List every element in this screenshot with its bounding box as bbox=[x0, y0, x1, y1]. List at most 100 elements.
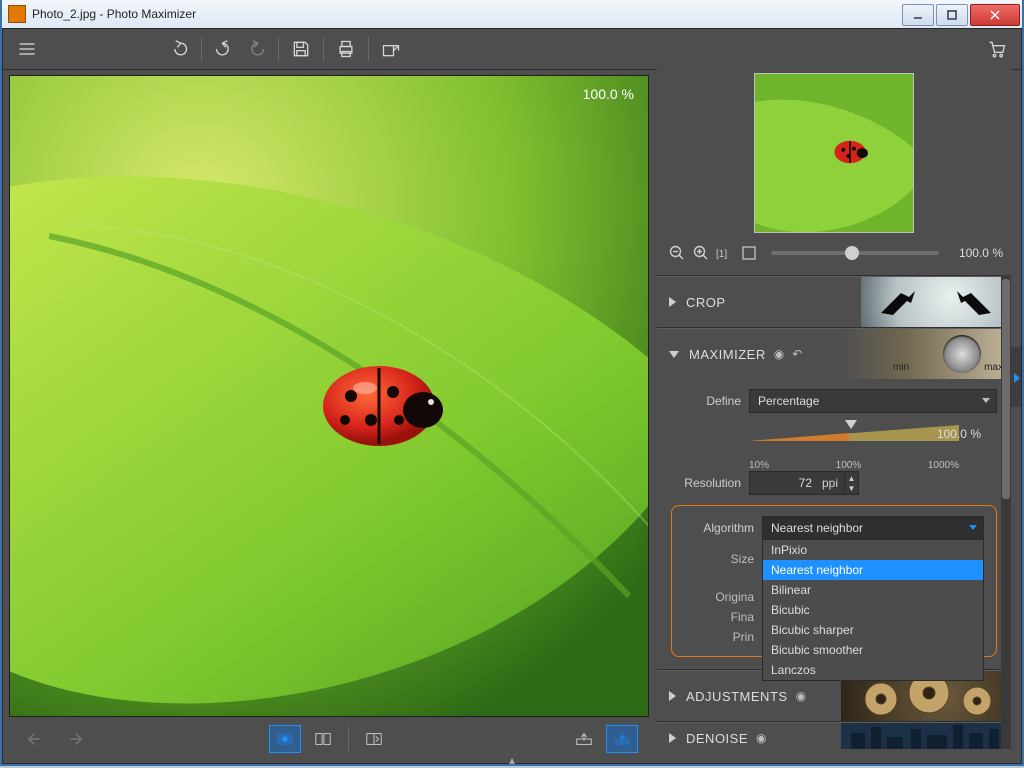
spinner-up-icon[interactable]: ▲ bbox=[844, 473, 858, 483]
fit-1to1-icon[interactable]: [1] bbox=[713, 241, 737, 265]
content-area: 100.0 % bbox=[3, 69, 1021, 763]
panel-adjustments-title: ADJUSTMENTS bbox=[686, 689, 788, 704]
share-button[interactable] bbox=[375, 33, 407, 65]
algorithm-option[interactable]: Nearest neighbor bbox=[763, 560, 983, 580]
main-toolbar bbox=[3, 29, 1021, 70]
scale-slider-row: 100.0 % 10% 100% 1000% bbox=[671, 423, 997, 471]
next-image-button[interactable] bbox=[58, 725, 90, 753]
define-select[interactable]: Percentage bbox=[749, 389, 997, 413]
spinner-down-icon[interactable]: ▼ bbox=[844, 483, 858, 493]
svg-text:[1]: [1] bbox=[716, 249, 727, 260]
reset-icon[interactable]: ↶ bbox=[792, 347, 802, 361]
scale-ticks: 10% 100% 1000% bbox=[749, 460, 959, 471]
bottom-grip[interactable]: ▴ bbox=[492, 753, 532, 763]
toolbar-separator bbox=[348, 727, 349, 751]
revert-button[interactable] bbox=[163, 33, 195, 65]
chevron-down-icon bbox=[669, 351, 679, 358]
algorithm-option[interactable]: InPixio bbox=[763, 540, 983, 560]
panel-crop-title: CROP bbox=[686, 295, 726, 310]
panel-maximizer-title: MAXIMIZER bbox=[689, 347, 766, 362]
zoom-out-icon[interactable] bbox=[665, 241, 689, 265]
panel-maximizer-header[interactable]: MAXIMIZER ◉ ↶ minmax bbox=[657, 329, 1011, 379]
close-button[interactable] bbox=[970, 4, 1020, 26]
chevron-right-icon bbox=[1014, 373, 1020, 383]
algorithm-option[interactable]: Bilinear bbox=[763, 580, 983, 600]
resolution-row: Resolution ppi ▲▼ bbox=[671, 471, 997, 495]
side-panel-grip[interactable] bbox=[1011, 347, 1021, 407]
algorithm-dropdown-list[interactable]: InPixioNearest neighborBilinearBicubicBi… bbox=[762, 539, 984, 681]
algorithm-select[interactable]: Nearest neighbor bbox=[762, 516, 984, 540]
save-button[interactable] bbox=[285, 33, 317, 65]
algorithm-dropdown[interactable]: Nearest neighbor InPixioNearest neighbor… bbox=[762, 516, 984, 540]
chevron-right-icon bbox=[669, 297, 676, 307]
cart-button[interactable] bbox=[981, 33, 1013, 65]
crop-hands-icon bbox=[871, 285, 1001, 319]
panel-crop-header[interactable]: CROP bbox=[657, 277, 1011, 327]
scale-value: 100.0 % bbox=[937, 427, 981, 441]
algorithm-option[interactable]: Bicubic bbox=[763, 600, 983, 620]
view-single-button[interactable] bbox=[269, 725, 301, 753]
panel-denoise-header[interactable]: DENOISE ◉ bbox=[657, 723, 1011, 749]
navigator-image bbox=[755, 74, 913, 232]
size-label: Size bbox=[684, 552, 754, 566]
panel-denoise: DENOISE ◉ bbox=[657, 722, 1011, 749]
navigator-preview bbox=[657, 69, 1011, 237]
cityscape-icon bbox=[841, 723, 1011, 749]
download-button[interactable] bbox=[606, 725, 638, 753]
panel-denoise-title: DENOISE bbox=[686, 731, 748, 746]
zoom-value: 100.0 % bbox=[949, 246, 1003, 260]
algorithm-label: Algorithm bbox=[684, 521, 754, 535]
tick-100: 100% bbox=[836, 460, 862, 471]
fit-screen-icon[interactable] bbox=[737, 241, 761, 265]
algorithm-option[interactable]: Lanczos bbox=[763, 660, 983, 680]
define-row: Define Percentage bbox=[671, 389, 997, 413]
menu-button[interactable] bbox=[11, 33, 43, 65]
side-panel-scrollbar[interactable] bbox=[1001, 275, 1011, 749]
tick-1000: 1000% bbox=[928, 460, 959, 471]
final-label: Fina bbox=[684, 610, 754, 624]
algorithm-option[interactable]: Bicubic smoother bbox=[763, 640, 983, 660]
algorithm-option[interactable]: Bicubic sharper bbox=[763, 620, 983, 640]
window-title: Photo_2.jpg - Photo Maximizer bbox=[32, 7, 196, 21]
algorithm-highlight-box: Algorithm Nearest neighbor InPixioNeares… bbox=[671, 505, 997, 657]
zoom-slider[interactable] bbox=[771, 251, 939, 255]
image-canvas[interactable]: 100.0 % bbox=[9, 75, 649, 717]
side-panel: [1] 100.0 % CROP bbox=[657, 69, 1011, 749]
scale-slider[interactable] bbox=[749, 423, 959, 449]
resolution-input[interactable] bbox=[750, 475, 816, 491]
zoom-in-icon[interactable] bbox=[689, 241, 713, 265]
original-label: Origina bbox=[684, 590, 754, 604]
undo-button[interactable] bbox=[208, 33, 240, 65]
visibility-icon[interactable]: ◉ bbox=[774, 347, 784, 361]
chevron-down-icon bbox=[982, 398, 990, 403]
resolution-unit: ppi bbox=[816, 476, 844, 490]
view-split-button[interactable] bbox=[358, 725, 390, 753]
canvas-image bbox=[10, 76, 648, 716]
prev-image-button[interactable] bbox=[20, 725, 52, 753]
panel-crop: CROP bbox=[657, 276, 1011, 328]
zoom-slider-knob[interactable] bbox=[845, 246, 859, 260]
view-compare-button[interactable] bbox=[307, 725, 339, 753]
tick-10: 10% bbox=[749, 460, 769, 471]
upload-button[interactable] bbox=[568, 725, 600, 753]
denoise-thumb-bg bbox=[841, 723, 1011, 749]
print-button[interactable] bbox=[330, 33, 362, 65]
visibility-icon[interactable]: ◉ bbox=[756, 731, 766, 745]
spinner-arrows[interactable]: ▲▼ bbox=[844, 473, 858, 493]
chevron-down-icon bbox=[969, 525, 977, 530]
chevron-right-icon bbox=[669, 691, 676, 701]
algorithm-select-value: Nearest neighbor bbox=[771, 521, 863, 535]
minimize-button[interactable] bbox=[902, 4, 934, 26]
redo-button[interactable] bbox=[240, 33, 272, 65]
define-select-value: Percentage bbox=[758, 394, 819, 408]
navigator-thumb[interactable] bbox=[754, 73, 914, 233]
canvas-zoom-label: 100.0 % bbox=[583, 86, 634, 102]
resolution-spinner[interactable]: ppi ▲▼ bbox=[749, 471, 859, 495]
app-window: Photo_2.jpg - Photo Maximizer bbox=[0, 0, 1024, 766]
visibility-icon[interactable]: ◉ bbox=[796, 689, 806, 703]
toolbar-separator bbox=[201, 37, 202, 61]
scrollbar-thumb[interactable] bbox=[1002, 279, 1010, 499]
maximize-button[interactable] bbox=[936, 4, 968, 26]
scale-slider-pointer[interactable] bbox=[845, 420, 857, 429]
dial-min-label: min bbox=[893, 362, 909, 373]
